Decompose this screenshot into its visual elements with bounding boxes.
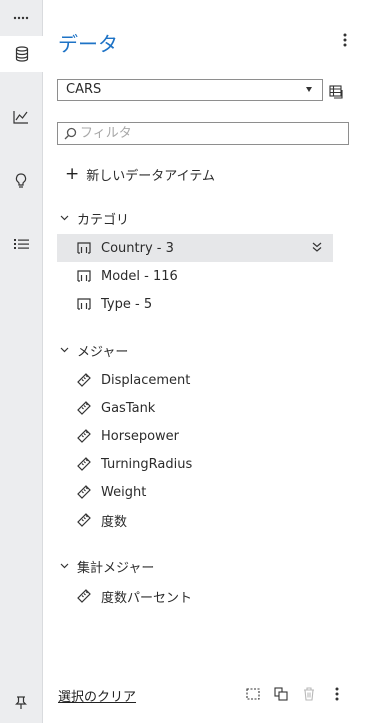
data-item-label: Weight: [101, 484, 147, 500]
data-item-label: GasTank: [101, 400, 156, 416]
group-label: 集計メジャー: [77, 560, 155, 576]
duplicate-button[interactable]: [273, 685, 289, 703]
data-item-label: Horsepower: [101, 428, 180, 444]
chevron-down-icon: [60, 215, 72, 221]
list-icon[interactable]: [0, 226, 42, 262]
data-item-label: Model - 116: [101, 268, 178, 284]
more-vertical-icon: [343, 33, 347, 47]
table-icon: [329, 85, 343, 99]
clear-selection-link[interactable]: 選択のクリア: [58, 686, 136, 705]
data-item-turningradius[interactable]: TurningRadius: [57, 450, 333, 478]
new-data-item-button[interactable]: + 新しいデータアイテム: [65, 164, 215, 184]
data-item-label: 度数: [101, 514, 128, 530]
measure-icon: [77, 457, 91, 471]
measure-icon: [77, 513, 91, 527]
measure-icon: [77, 589, 91, 603]
group-header-aggregated-measures[interactable]: 集計メジャー: [60, 556, 154, 576]
data-item-displacement[interactable]: Displacement: [57, 366, 333, 394]
copy-icon: [274, 687, 288, 701]
pin-icon[interactable]: [0, 685, 42, 721]
more-horizontal-icon[interactable]: [0, 0, 42, 36]
footer-menu-button[interactable]: [329, 685, 345, 703]
search-icon: [64, 127, 77, 140]
data-item-type[interactable]: Type - 5: [57, 290, 333, 318]
data-item-frequency-percent[interactable]: 度数パーセント: [57, 582, 333, 610]
data-item-country[interactable]: Country - 3: [57, 234, 333, 262]
category-icon: [77, 297, 91, 311]
table-view-button[interactable]: [329, 84, 345, 100]
chevron-down-icon: [306, 87, 312, 92]
group-label: メジャー: [77, 344, 129, 360]
lightbulb-icon[interactable]: [0, 163, 42, 199]
filter-input[interactable]: [80, 124, 340, 143]
data-item-weight[interactable]: Weight: [57, 478, 333, 506]
measure-icon: [77, 401, 91, 415]
select-all-button[interactable]: [245, 685, 261, 703]
group-header-measures[interactable]: メジャー: [60, 340, 128, 360]
panel-menu-button[interactable]: [337, 31, 353, 49]
trash-icon: [304, 687, 314, 701]
marquee-select-icon: [246, 688, 260, 700]
double-chevron-down-icon[interactable]: [311, 241, 323, 253]
measure-icon: [77, 373, 91, 387]
measure-icon: [77, 485, 91, 499]
data-item-model[interactable]: Model - 116: [57, 262, 333, 290]
data-item-label: Displacement: [101, 372, 191, 388]
new-data-item-label: 新しいデータアイテム: [86, 168, 215, 184]
data-panel: データ CARS + 新しいデータアイテム カテゴリ Country - 3: [43, 0, 365, 723]
more-vertical-icon: [335, 687, 339, 701]
plus-icon: +: [65, 164, 80, 184]
data-item-label: TurningRadius: [101, 456, 193, 472]
data-item-label: 度数パーセント: [101, 590, 193, 606]
category-icon: [77, 269, 91, 283]
group-header-category[interactable]: カテゴリ: [60, 208, 129, 228]
data-item-frequency[interactable]: 度数: [57, 506, 333, 534]
data-item-gastank[interactable]: GasTank: [57, 394, 333, 422]
data-item-horsepower[interactable]: Horsepower: [57, 422, 333, 450]
data-item-label: Type - 5: [101, 296, 153, 312]
data-source-select[interactable]: CARS: [57, 79, 323, 101]
chevron-down-icon: [60, 563, 72, 569]
line-chart-icon[interactable]: [0, 99, 42, 135]
chevron-down-icon: [60, 347, 72, 353]
left-rail: [0, 0, 43, 723]
data-item-label: Country - 3: [101, 240, 174, 256]
category-icon: [77, 241, 91, 255]
delete-button[interactable]: [301, 685, 317, 703]
data-source-value: CARS: [66, 82, 102, 97]
group-label: カテゴリ: [77, 212, 130, 228]
measure-icon: [77, 429, 91, 443]
panel-title: データ: [58, 32, 118, 56]
filter-field[interactable]: [57, 122, 349, 145]
database-icon[interactable]: [0, 36, 43, 72]
